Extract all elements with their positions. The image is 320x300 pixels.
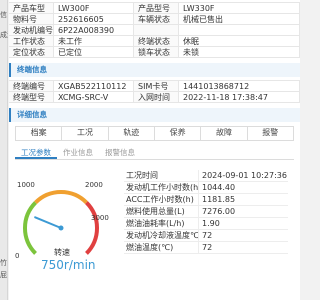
left-strip-fragment: 信 xyxy=(0,11,7,19)
field-label xyxy=(134,25,179,36)
field-value: 未工作 xyxy=(54,36,134,47)
param-label: 发动机冷却液温度℃ xyxy=(126,231,198,240)
left-strip-fragment: 竹 xyxy=(0,259,7,267)
work-params-table: 工况时间 2024-09-01 10:27:36 发动机工作小时数(h) 104… xyxy=(124,170,288,254)
gauge-arc-red xyxy=(84,201,100,255)
terminal-section-title: 终端信息 xyxy=(9,63,300,77)
table-row: 燃油温度(℃) 72 xyxy=(124,242,288,254)
field-value: 已定位 xyxy=(54,47,134,58)
field-label: 车辆状态 xyxy=(134,14,179,25)
table-row: 发动机工作小时数(h) 1044.40 xyxy=(124,182,288,194)
basic-info-table: 产品车型 LW300F 产品型号 LW330F 物料号 252616605 车辆… xyxy=(9,2,300,58)
param-label: 发动机工作小时数(h) xyxy=(126,183,198,192)
fault-button[interactable]: 故障 xyxy=(201,127,248,140)
param-label: ACC工作小时数(h) xyxy=(126,195,194,204)
param-value: 1044.40 xyxy=(198,182,288,193)
field-value: XGAB522110112 xyxy=(54,81,134,92)
field-label: 发动机编号 xyxy=(9,25,54,36)
field-value: 1441013868712 xyxy=(179,81,300,92)
vehicle-info-panel: 产品车型 LW300F 产品型号 LW330F 物料号 252616605 车辆… xyxy=(9,0,300,300)
terminal-info-table: 终端编号 XGAB522110112 SIM卡号 1441013868712 终… xyxy=(9,80,300,103)
field-value: LW300F xyxy=(54,3,134,14)
field-label: 产品型号 xyxy=(134,3,179,14)
param-value: 72 xyxy=(198,230,288,241)
archive-button[interactable]: 档案 xyxy=(16,127,63,140)
param-label: 工况时间 xyxy=(126,171,158,180)
track-button[interactable]: 轨迹 xyxy=(108,127,155,140)
param-value: 1181.85 xyxy=(198,194,288,205)
param-value: 7276.00 xyxy=(198,206,288,217)
field-label: 物料号 xyxy=(9,14,54,25)
gauge-tick-label: 1000 xyxy=(17,181,35,189)
gauge-tick-label: 3000 xyxy=(91,214,109,222)
detail-tabs: 工况参数 作业信息 报警信息 xyxy=(15,146,294,160)
param-label: 燃油温度(℃) xyxy=(126,243,174,252)
left-sidebar-strip: 信 成汽 竹 屁 xyxy=(0,0,8,300)
condition-button[interactable]: 工况 xyxy=(62,127,109,140)
gauge-arc-orange xyxy=(34,189,88,205)
field-value: XCMG-SRC-V xyxy=(54,92,134,103)
gauge-label: 转速 xyxy=(54,248,70,257)
table-row: 发动机冷却液温度℃ 72 xyxy=(124,230,288,242)
field-value: 机械已售出 xyxy=(179,14,300,25)
left-strip-fragment: 成汽 xyxy=(0,31,8,39)
gauge-arc-green xyxy=(22,201,38,255)
field-label: 定位状态 xyxy=(9,47,54,58)
tab-job-info[interactable]: 作业信息 xyxy=(57,146,99,159)
alarm-button[interactable]: 报警 xyxy=(247,127,293,140)
field-value xyxy=(179,25,300,36)
gauge-tick-label: 2000 xyxy=(85,181,103,189)
detail-action-bar: 档案 工况 轨迹 保养 故障 报警 xyxy=(15,126,294,141)
param-label: 燃油油耗率(L/h) xyxy=(126,219,185,228)
tab-alarm-info[interactable]: 报警信息 xyxy=(99,146,141,159)
table-row: 燃油油耗率(L/h) 1.90 xyxy=(124,218,288,230)
gauge-hub xyxy=(58,225,64,231)
tab-work-params[interactable]: 工况参数 xyxy=(15,146,57,159)
gauge-tick-label: 0 xyxy=(15,252,20,260)
field-value: 休眠 xyxy=(179,36,300,47)
detail-section-title: 详细信息 xyxy=(9,108,300,122)
table-row: 工况时间 2024-09-01 10:27:36 xyxy=(124,170,288,182)
param-label: 燃料使用总量(L) xyxy=(126,207,185,216)
param-value: 72 xyxy=(198,242,288,253)
field-label: 锁车状态 xyxy=(134,47,179,58)
field-value: 2022-11-18 17:38:47 xyxy=(179,92,300,103)
field-value: 252616605 xyxy=(54,14,134,25)
table-row: 燃料使用总量(L) 7276.00 xyxy=(124,206,288,218)
field-label: 产品车型 xyxy=(9,3,54,14)
param-value: 1.90 xyxy=(198,218,288,229)
field-label: 入网时间 xyxy=(134,92,179,103)
left-strip-fragment: 屁 xyxy=(0,271,7,279)
gauge-value: 750r/min xyxy=(41,258,96,272)
param-value: 2024-09-01 10:27:36 xyxy=(198,170,288,181)
field-value: LW330F xyxy=(179,3,300,14)
gauge-needle xyxy=(34,216,62,229)
field-label: SIM卡号 xyxy=(134,81,179,92)
table-row: ACC工作小时数(h) 1181.85 xyxy=(124,194,288,206)
field-value: 6P22A008390 xyxy=(54,25,134,36)
field-label: 终端编号 xyxy=(9,81,54,92)
maintenance-button[interactable]: 保养 xyxy=(154,127,202,140)
field-label: 终端状态 xyxy=(134,36,179,47)
field-value: 未锁 xyxy=(179,47,300,58)
field-label: 终端型号 xyxy=(9,92,54,103)
field-label: 工作状态 xyxy=(9,36,54,47)
